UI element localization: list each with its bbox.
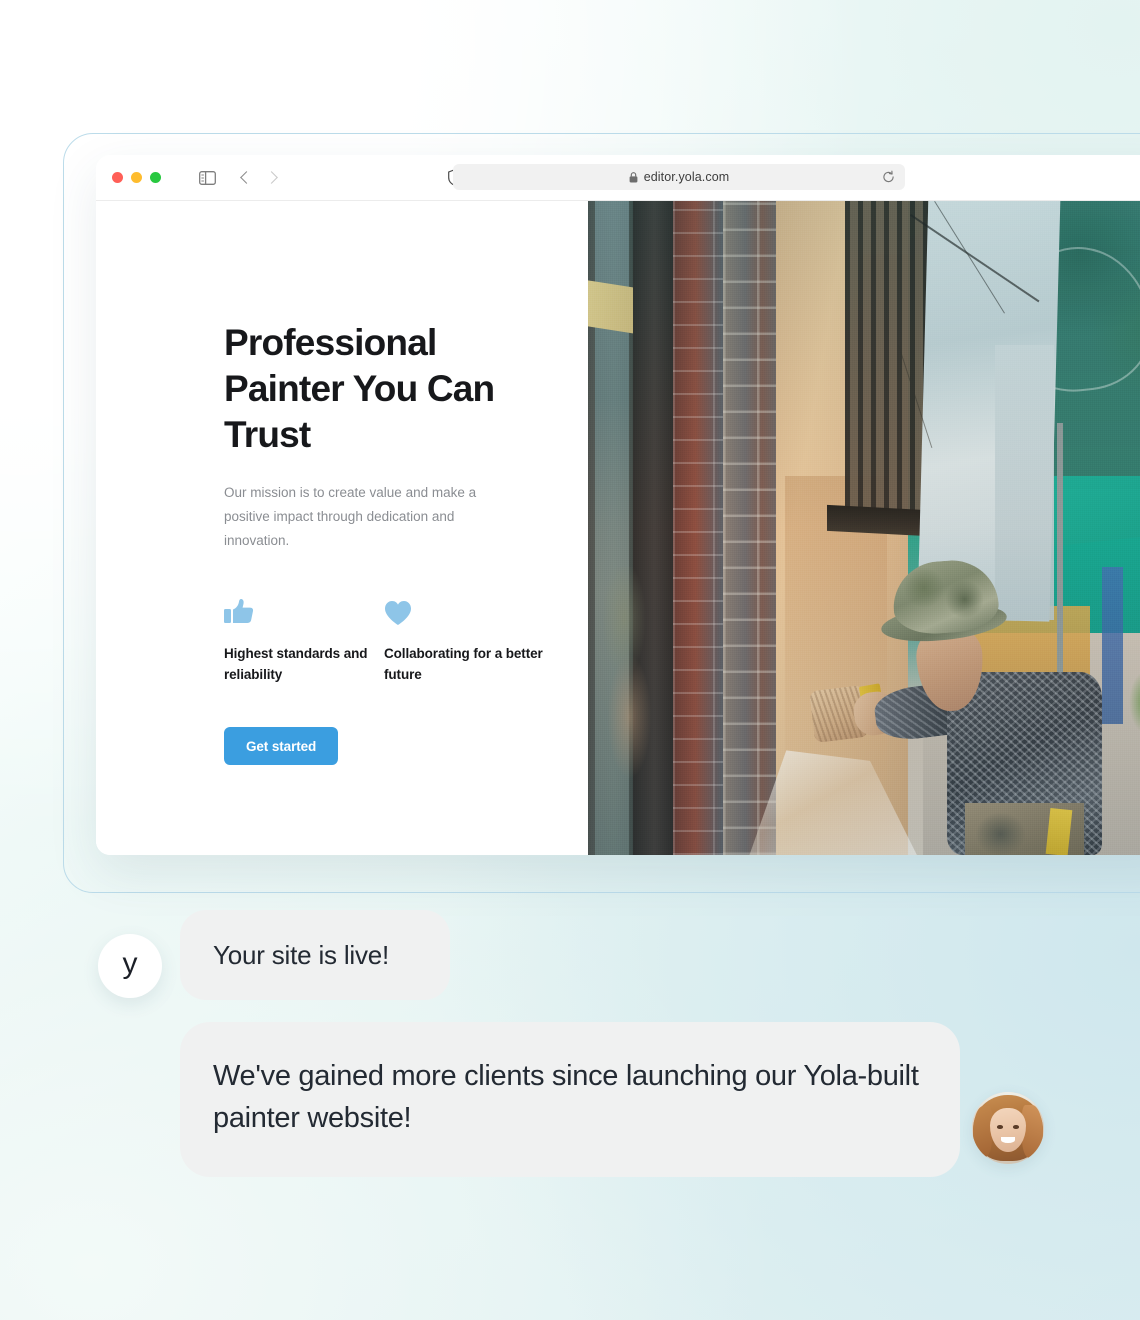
close-window-button[interactable] xyxy=(112,172,123,183)
address-bar-url: editor.yola.com xyxy=(643,170,730,184)
feature-label-collaboration: Collaborating for a better future xyxy=(384,646,543,682)
address-bar-content: editor.yola.com xyxy=(629,170,730,184)
chat-message-user-text: We've gained more clients since launchin… xyxy=(213,1060,919,1134)
avatar-eye-left xyxy=(997,1125,1003,1129)
yola-logo-letter: y xyxy=(122,947,138,980)
lock-icon xyxy=(629,171,638,182)
navigation-arrows[interactable] xyxy=(240,171,278,184)
chat-message-yola-text: Your site is live! xyxy=(213,939,390,970)
feature-list: Highest standards and reliability Collab… xyxy=(224,596,544,685)
heart-icon-wrap xyxy=(384,596,544,626)
forward-chevron-icon[interactable] xyxy=(265,171,278,184)
reload-icon xyxy=(883,170,894,183)
window-traffic-lights[interactable] xyxy=(112,172,161,183)
user-avatar xyxy=(972,1092,1044,1164)
browser-window: editor.yola.com Professional Painter You… xyxy=(96,155,1140,855)
heart-icon xyxy=(385,601,411,625)
address-bar[interactable]: editor.yola.com xyxy=(453,164,905,190)
avatar-hair-left xyxy=(973,1106,993,1157)
reload-button[interactable] xyxy=(882,170,895,184)
hero-photo xyxy=(588,201,1140,855)
page-root: editor.yola.com Professional Painter You… xyxy=(0,0,1140,1320)
photo-grain-overlay xyxy=(588,201,1140,855)
feature-item-collaboration: Collaborating for a better future xyxy=(384,596,544,685)
page-title: Professional Painter You Can Trust xyxy=(224,322,495,455)
feature-item-standards: Highest standards and reliability xyxy=(224,596,384,685)
sidebar-toggle-button[interactable] xyxy=(199,170,216,185)
yola-brand-avatar: y xyxy=(98,934,162,998)
browser-toolbar: editor.yola.com xyxy=(96,155,1140,201)
hero-left-column: Professional Painter You Can Trust Our m… xyxy=(96,201,588,855)
hero-subtitle: Our mission is to create value and make … xyxy=(224,485,477,548)
chat-message-user: We've gained more clients since launchin… xyxy=(180,1022,960,1177)
chat-message-yola: Your site is live! xyxy=(180,910,450,1000)
get-started-button[interactable]: Get started xyxy=(224,727,339,765)
thumbs-up-icon xyxy=(224,599,254,623)
back-chevron-icon[interactable] xyxy=(240,171,253,184)
site-viewport: Professional Painter You Can Trust Our m… xyxy=(96,201,1140,855)
avatar-eye-right xyxy=(1013,1125,1019,1129)
maximize-window-button[interactable] xyxy=(150,172,161,183)
sidebar-toggle-icon xyxy=(199,170,216,185)
thumbs-up-icon-wrap xyxy=(224,596,384,626)
feature-label-standards: Highest standards and reliability xyxy=(224,646,368,682)
minimize-window-button[interactable] xyxy=(131,172,142,183)
hero-copy: Professional Painter You Can Trust Our m… xyxy=(224,320,544,765)
